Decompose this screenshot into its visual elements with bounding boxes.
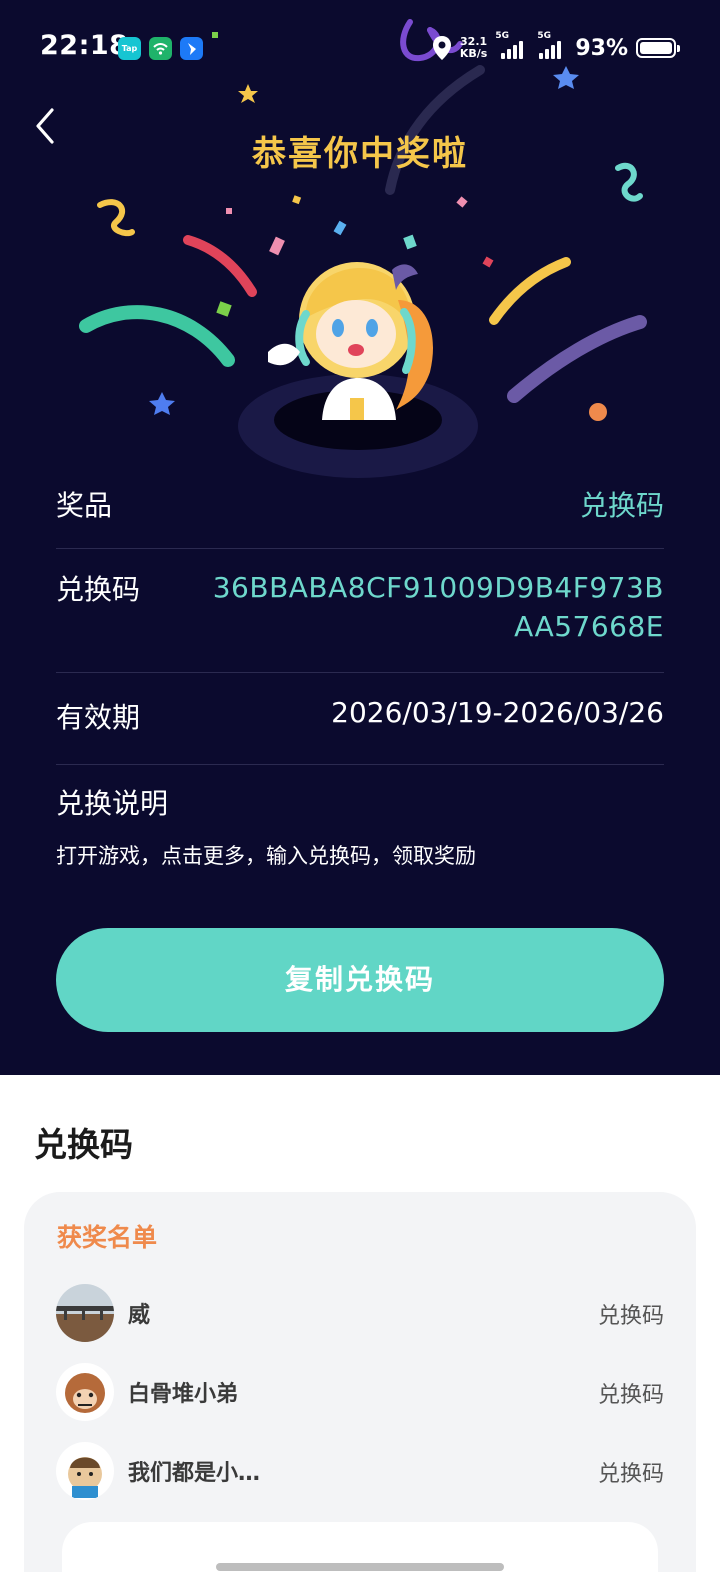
avatar [56, 1284, 114, 1342]
home-indicator[interactable] [216, 1563, 504, 1571]
winner-row[interactable]: 白骨堆小弟 兑换码 [56, 1363, 664, 1421]
code-value[interactable]: 36BBABA8CF91009D9B4F973BAA57668E [194, 568, 664, 646]
winner-prize: 兑换码 [597, 1462, 664, 1487]
winner-list-title: 获奖名单 [57, 1223, 158, 1252]
avatar [56, 1363, 114, 1421]
signal-icon: 5G [537, 31, 567, 59]
taptap-icon: Tap [118, 37, 141, 60]
winner-list-card: 获奖名单 威 兑换码 白骨堆小弟 兑换码 我们都是小… 兑换码 [24, 1192, 696, 1582]
prize-label: 奖品 [56, 489, 113, 522]
code-row: 兑换码 36BBABA8CF91009D9B4F973BAA57668E [56, 568, 664, 648]
feishu-icon [180, 37, 203, 60]
divider [56, 764, 664, 765]
divider [56, 548, 664, 549]
copy-code-button[interactable]: 复制兑换码 [56, 928, 664, 1032]
winner-prize: 兑换码 [597, 1304, 664, 1329]
winner-row[interactable]: 威 兑换码 [56, 1284, 664, 1342]
divider [56, 672, 664, 673]
winner-name: 威 [128, 1303, 151, 1328]
battery-percent: 93% [575, 35, 628, 61]
prize-result-panel: 22:18 Tap 32.1 KB/s 5G 5G 93% 恭喜你中奖啦 奖品 … [0, 0, 720, 1075]
prize-row: 奖品 兑换码 [56, 484, 664, 524]
signal-icon: 5G [495, 31, 529, 59]
validity-value: 2026/03/19-2026/03/26 [331, 696, 664, 729]
clock: 22:18 [40, 30, 129, 61]
code-label: 兑换码 [56, 573, 141, 606]
prize-value: 兑换码 [579, 489, 664, 522]
avatar [56, 1442, 114, 1500]
location-icon [432, 36, 451, 60]
page-title: 恭喜你中奖啦 [252, 134, 468, 174]
instructions-title: 兑换说明 [56, 787, 169, 820]
battery-icon [636, 38, 680, 58]
winner-prize: 兑换码 [597, 1383, 664, 1408]
winner-name: 白骨堆小弟 [128, 1382, 239, 1407]
validity-row: 有效期 2026/03/19-2026/03/26 [56, 696, 664, 736]
validity-label: 有效期 [56, 701, 141, 734]
card-inner-panel [62, 1522, 658, 1582]
winner-name: 我们都是小… [128, 1461, 261, 1486]
instructions-text: 打开游戏，点击更多，输入兑换码，领取奖励 [56, 844, 476, 868]
winner-row[interactable]: 我们都是小… 兑换码 [56, 1442, 664, 1500]
status-bar: 22:18 Tap 32.1 KB/s 5G 5G 93% [0, 0, 720, 96]
wifi-app-icon [149, 37, 172, 60]
section-title: 兑换码 [34, 1125, 133, 1164]
network-speed: 32.1 KB/s [459, 35, 488, 60]
